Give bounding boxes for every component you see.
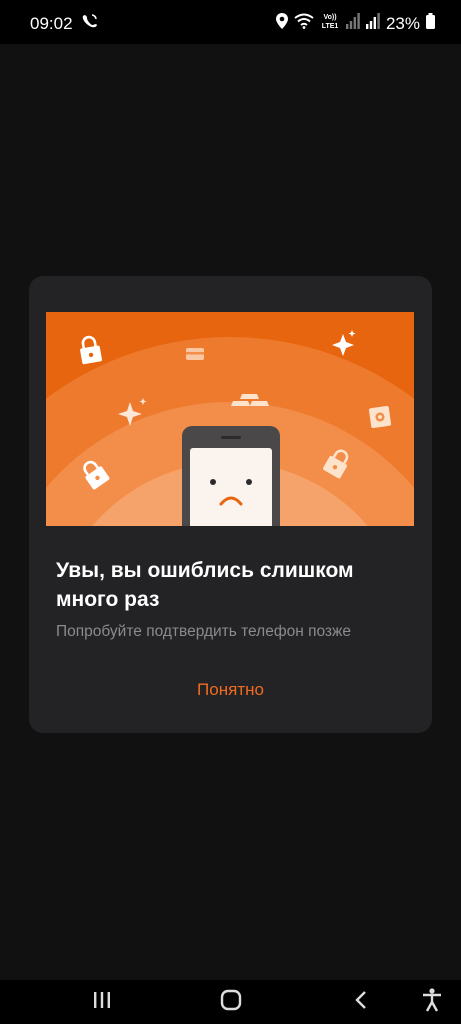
back-button[interactable] bbox=[343, 988, 379, 1016]
recent-apps-icon bbox=[92, 990, 112, 1015]
status-time: 09:02 bbox=[30, 13, 73, 33]
home-icon bbox=[220, 989, 242, 1016]
illustration bbox=[46, 312, 414, 526]
home-button[interactable] bbox=[213, 988, 249, 1016]
recent-apps-button[interactable] bbox=[84, 988, 120, 1016]
svg-text:LTE1: LTE1 bbox=[322, 23, 339, 30]
battery-icon bbox=[426, 13, 435, 34]
safe-icon bbox=[368, 405, 392, 429]
wifi-icon bbox=[294, 13, 314, 34]
status-bar: 09:02 Vo)) LTE1 23% bbox=[0, 0, 461, 44]
svg-text:Vo)): Vo)) bbox=[323, 14, 336, 21]
volte-icon: Vo)) LTE1 bbox=[320, 12, 340, 35]
accessibility-button[interactable] bbox=[414, 987, 450, 1017]
viber-icon bbox=[81, 13, 99, 34]
location-icon bbox=[275, 13, 288, 34]
phone-sad-face bbox=[182, 426, 280, 526]
accessibility-icon bbox=[422, 987, 442, 1017]
signal-icon bbox=[345, 13, 360, 34]
ok-button[interactable]: Понятно bbox=[29, 672, 432, 708]
battery-percent: 23% bbox=[385, 13, 420, 33]
dialog-subtitle: Попробуйте подтвердить телефон позже bbox=[56, 623, 352, 640]
back-icon bbox=[352, 989, 370, 1016]
error-dialog: Увы, вы ошиблись слишком много раз Попро… bbox=[29, 276, 432, 733]
signal-icon-2 bbox=[365, 13, 380, 34]
dialog-title: Увы, вы ошиблись слишком много раз bbox=[56, 559, 354, 611]
card-icon bbox=[186, 348, 204, 360]
navigation-bar bbox=[0, 980, 461, 1024]
